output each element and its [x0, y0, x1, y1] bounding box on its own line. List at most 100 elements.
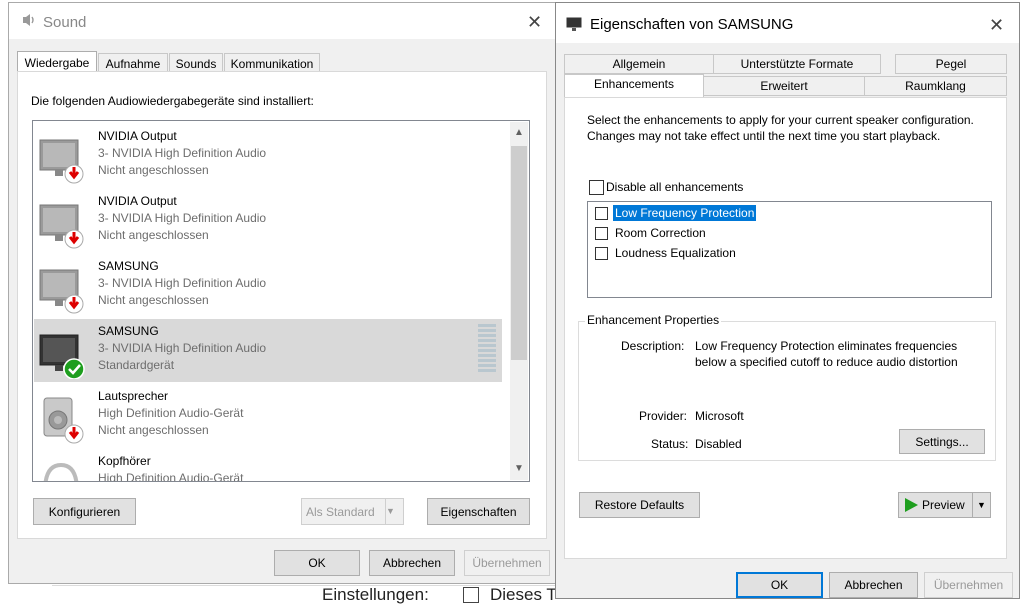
device-driver: 3- NVIDIA High Definition Audio [98, 146, 267, 160]
disable-all-label: Disable all enhancements [606, 180, 744, 194]
enhancement-label[interactable]: Loudness Equalization [615, 246, 736, 260]
cancel-button[interactable]: Abbrechen [369, 550, 455, 576]
tab-enhancements[interactable]: Enhancements [564, 74, 704, 97]
list-item[interactable]: Kopfhörer High Definition Audio-Gerät [34, 449, 502, 482]
list-item[interactable]: Lautsprecher High Definition Audio-Gerät… [34, 384, 502, 447]
close-icon[interactable]: ✕ [989, 16, 1004, 34]
device-name: Kopfhörer [98, 454, 151, 468]
device-status: Nicht angeschlossen [98, 423, 209, 437]
tab-erweitert[interactable]: Erweitert [703, 76, 865, 96]
tab-sounds[interactable]: Sounds [169, 53, 223, 73]
volume-level-meter [478, 324, 496, 372]
set-default-label: Als Standard [306, 504, 375, 519]
properties-dialog: Eigenschaften von SAMSUNG ✕ Allgemein Un… [555, 2, 1020, 599]
tab-label: Erweitert [760, 79, 808, 93]
description-label: Description: [621, 339, 685, 353]
tab-pegel[interactable]: Pegel [895, 54, 1007, 74]
restore-defaults-button[interactable]: Restore Defaults [579, 492, 700, 518]
preview-button[interactable]: Preview ▼ [898, 492, 991, 518]
disable-all-checkbox[interactable] [589, 180, 604, 195]
tab-label: Raumklang [905, 79, 966, 93]
play-icon [905, 498, 918, 512]
scrollbar-thumb[interactable] [511, 146, 527, 360]
tab-allgemein[interactable]: Allgemein [564, 54, 714, 74]
device-status: Nicht angeschlossen [98, 163, 209, 177]
tab-raumklang[interactable]: Raumklang [864, 76, 1007, 96]
enhancements-description: Select the enhancements to apply for you… [587, 113, 974, 143]
enhancement-list[interactable]: Low Frequency Protection Room Correction… [587, 201, 992, 298]
properties-button[interactable]: Eigenschaften [427, 498, 530, 525]
configure-button[interactable]: Konfigurieren [33, 498, 136, 525]
chevron-down-icon[interactable]: ▼ [972, 493, 990, 517]
background-settings-label: Einstellungen: [322, 585, 429, 604]
description-line-1: Low Frequency Protection eliminates freq… [695, 339, 958, 353]
list-item-selected[interactable]: SAMSUNG 3- NVIDIA High Definition Audio … [34, 319, 502, 382]
device-status: Nicht angeschlossen [98, 293, 209, 307]
apply-button[interactable]: Übernehmen [464, 550, 550, 576]
close-icon[interactable]: ✕ [527, 13, 542, 31]
headphones-icon [43, 462, 79, 481]
enhancement-label-selected[interactable]: Low Frequency Protection [613, 205, 757, 221]
tab-label: Wiedergabe [24, 56, 90, 70]
scroll-down-icon[interactable]: ▼ [512, 462, 526, 476]
background-checkbox-label: Dieses T [490, 585, 557, 604]
group-title: Enhancement Properties [585, 313, 722, 327]
device-driver: 3- NVIDIA High Definition Audio [98, 341, 267, 355]
device-status: Standardgerät [98, 358, 175, 372]
enhancement-properties-group: Enhancement Properties Description: Low … [578, 313, 996, 461]
device-name: Lautsprecher [98, 389, 169, 403]
tab-aufnahme[interactable]: Aufnahme [98, 53, 168, 73]
tab-label: Sounds [175, 57, 217, 71]
device-driver: 3- NVIDIA High Definition Audio [98, 211, 267, 225]
background-checkbox[interactable] [463, 587, 479, 603]
device-list-scrollbar[interactable]: ▲ ▼ [510, 122, 528, 480]
instruction-text: Die folgenden Audiowiedergabegeräte sind… [31, 94, 314, 108]
enhancement-checkbox[interactable] [595, 207, 608, 220]
device-status: Nicht angeschlossen [98, 228, 209, 242]
apply-button[interactable]: Übernehmen [924, 572, 1013, 598]
tab-label: Pegel [935, 57, 967, 71]
monitor-app-icon [566, 17, 582, 31]
tab-label: Unterstützte Formate [740, 57, 854, 71]
list-item[interactable]: SAMSUNG 3- NVIDIA High Definition Audio … [34, 254, 502, 317]
device-driver: High Definition Audio-Gerät [98, 406, 244, 420]
list-item[interactable]: NVIDIA Output 3- NVIDIA High Definition … [34, 189, 502, 252]
settings-button[interactable]: Settings... [899, 429, 985, 454]
status-label: Status: [651, 437, 689, 451]
set-default-button[interactable]: Als Standard ▼ [301, 498, 404, 525]
provider-label: Provider: [639, 409, 688, 423]
sound-titlebar[interactable]: Sound ✕ [9, 3, 555, 39]
monitor-disconnected-icon [39, 204, 84, 249]
monitor-disconnected-icon [39, 269, 84, 314]
scroll-up-icon[interactable]: ▲ [512, 126, 526, 140]
device-list[interactable]: NVIDIA Output 3- NVIDIA High Definition … [32, 120, 530, 482]
chevron-down-icon[interactable]: ▼ [385, 499, 403, 524]
ok-button[interactable]: OK [736, 572, 823, 598]
tab-label: Aufnahme [105, 57, 161, 71]
speaker-app-icon [23, 14, 34, 26]
status-value: Disabled [695, 437, 742, 451]
tab-kommunikation[interactable]: Kommunikation [224, 53, 320, 73]
tab-label: Enhancements [593, 77, 675, 91]
monitor-disconnected-icon [39, 139, 84, 184]
properties-dialog-title: Eigenschaften von SAMSUNG [590, 16, 794, 33]
speaker-disconnected-icon [43, 397, 84, 444]
description-line-2: below a specified cutoff to reduce audio… [695, 355, 958, 369]
device-driver: 3- NVIDIA High Definition Audio [98, 276, 267, 290]
enhancement-label[interactable]: Room Correction [615, 226, 706, 240]
preview-label: Preview [922, 498, 965, 512]
enhancement-checkbox[interactable] [595, 227, 608, 240]
tab-unterstuetzte-formate[interactable]: Unterstützte Formate [713, 54, 881, 74]
device-name: SAMSUNG [98, 324, 159, 338]
tab-label: Kommunikation [230, 57, 314, 71]
enhancement-checkbox[interactable] [595, 247, 608, 260]
device-name: SAMSUNG [98, 259, 159, 273]
properties-titlebar[interactable]: Eigenschaften von SAMSUNG ✕ [556, 3, 1019, 43]
list-item[interactable]: NVIDIA Output 3- NVIDIA High Definition … [34, 124, 502, 187]
device-name: NVIDIA Output [98, 194, 177, 208]
device-driver: High Definition Audio-Gerät [98, 471, 244, 482]
cancel-button[interactable]: Abbrechen [829, 572, 918, 598]
monitor-default-check-icon [39, 334, 85, 379]
ok-button[interactable]: OK [274, 550, 360, 576]
device-name: NVIDIA Output [98, 129, 177, 143]
